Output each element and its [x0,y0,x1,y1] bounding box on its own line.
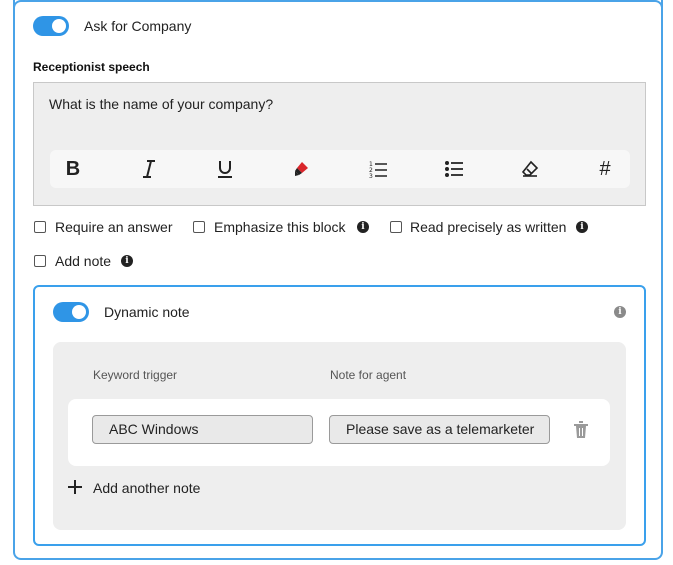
dynamic-note-label: Dynamic note [104,304,190,320]
note-row: ABC Windows Please save as a telemarkete… [68,399,610,466]
read-precisely-info-icon[interactable]: i [576,221,588,233]
highlighter-icon[interactable] [290,158,312,180]
keyword-trigger-header: Keyword trigger [93,368,178,382]
dynamic-note-info-icon[interactable]: i [614,306,626,318]
speech-editor[interactable]: What is the name of your company? B 123 … [33,82,646,206]
read-precisely-label: Read precisely as written [410,219,567,235]
dynamic-note-body: Keyword trigger Note for agent ABC Windo… [53,342,626,530]
add-note-info-icon[interactable]: i [121,255,133,267]
emphasize-checkbox[interactable] [193,221,205,233]
numbered-list-icon[interactable]: 123 [367,158,389,180]
note-for-agent-header: Note for agent [330,368,407,382]
dynamic-note-card: Dynamic note i Keyword trigger Note for … [33,285,646,546]
trash-icon[interactable] [573,421,589,444]
emphasize-info-icon[interactable]: i [357,221,369,233]
speech-text[interactable]: What is the name of your company? [49,96,273,112]
plus-icon[interactable] [67,479,83,495]
speech-label: Receptionist speech [33,60,150,74]
ask-company-label: Ask for Company [84,18,192,34]
bold-icon[interactable]: B [62,158,84,180]
read-precisely-checkbox[interactable] [390,221,402,233]
require-answer-checkbox[interactable] [34,221,46,233]
eraser-icon[interactable] [519,158,541,180]
keyword-input[interactable]: ABC Windows [92,415,313,444]
format-toolbar: B 123 # [50,150,630,188]
toggle-knob [52,19,66,33]
emphasize-label: Emphasize this block [214,219,346,235]
add-note-label: Add note [55,253,112,269]
svg-text:3: 3 [369,173,373,178]
italic-icon[interactable] [138,158,160,180]
bullet-list-icon[interactable] [443,158,465,180]
add-note-checkbox[interactable] [34,255,46,267]
dynamic-note-toggle[interactable] [53,302,89,322]
require-answer-label: Require an answer [55,219,173,235]
add-another-note-button[interactable]: Add another note [93,480,200,496]
hashtag-icon[interactable]: # [594,158,616,180]
underline-icon[interactable] [214,158,236,180]
note-input[interactable]: Please save as a telemarketer [329,415,550,444]
ask-company-toggle[interactable] [33,16,69,36]
toggle-knob [72,305,86,319]
